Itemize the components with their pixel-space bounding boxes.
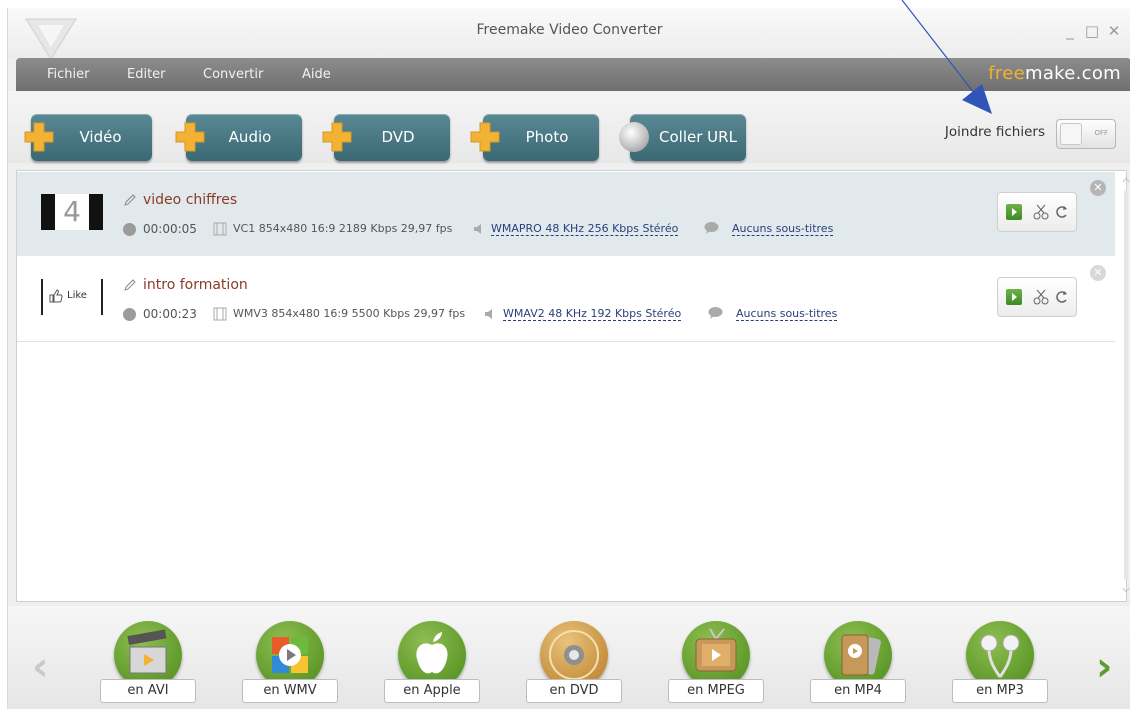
scroll-left-arrow-icon[interactable]: ‹ <box>32 644 48 690</box>
format-wmv-button[interactable]: en WMV <box>242 621 342 707</box>
format-apple-label: en Apple <box>384 679 480 703</box>
format-mpeg-button[interactable]: en MPEG <box>668 621 768 707</box>
menu-bar: Fichier Editer Convertir Aide freemake.c… <box>16 58 1130 91</box>
format-mpeg-label: en MPEG <box>668 679 764 703</box>
maximize-button[interactable]: □ <box>1083 22 1101 40</box>
thumbs-up-icon <box>49 289 63 303</box>
window-title: Freemake Video Converter <box>476 22 663 38</box>
minimize-button[interactable]: _ <box>1061 22 1079 40</box>
add-video-label: Vidéo <box>79 128 122 146</box>
menu-fichier[interactable]: Fichier <box>47 67 90 82</box>
thumb-text: Like <box>67 290 87 301</box>
play-button[interactable] <box>1006 289 1022 305</box>
remove-file-icon[interactable]: ✕ <box>1090 180 1106 196</box>
file-duration: 00:00:05 <box>143 222 197 236</box>
join-files-toggle[interactable]: OFF <box>1056 119 1116 149</box>
play-icon <box>1012 293 1017 301</box>
speaker-icon <box>485 309 492 319</box>
add-dvd-label: DVD <box>381 128 415 146</box>
file-row[interactable]: 4 video chiffres 00:00:05 VC1 854x480 16… <box>17 172 1115 256</box>
format-mp3-label: en MP3 <box>952 679 1048 703</box>
thumb-text: 4 <box>63 195 81 228</box>
menu-editer[interactable]: Editer <box>127 67 166 82</box>
subtitle-bubble-icon <box>704 222 719 234</box>
globe-icon <box>619 122 649 152</box>
file-list: 4 video chiffres 00:00:05 VC1 854x480 16… <box>16 170 1127 602</box>
format-mp3-button[interactable]: en MP3 <box>952 621 1052 707</box>
file-duration: 00:00:23 <box>143 307 197 321</box>
toolbar: Vidéo Audio DVD Photo Coller URL Joindre… <box>8 91 1130 163</box>
plus-icon <box>322 122 352 152</box>
file-name[interactable]: video chiffres <box>143 192 237 208</box>
video-info: WMV3 854x480 16:9 5500 Kbps 29,97 fps <box>233 307 466 320</box>
subtitles-link[interactable]: Aucuns sous-titres <box>736 307 838 321</box>
add-audio-label: Audio <box>228 128 272 146</box>
film-icon <box>213 222 227 236</box>
edit-actions <box>997 192 1077 232</box>
film-icon <box>213 307 227 321</box>
clock-icon <box>123 223 136 236</box>
brand-suffix: make.com <box>1025 63 1121 84</box>
format-apple-button[interactable]: en Apple <box>384 621 484 707</box>
toggle-knob <box>1060 123 1082 145</box>
format-wmv-label: en WMV <box>242 679 338 703</box>
format-dvd-button[interactable]: en DVD <box>526 621 626 707</box>
plus-icon <box>175 122 205 152</box>
format-avi-label: en AVI <box>100 679 196 703</box>
pencil-icon[interactable] <box>123 278 137 292</box>
video-info: VC1 854x480 16:9 2189 Kbps 29,97 fps <box>233 222 453 235</box>
menu-convertir[interactable]: Convertir <box>203 67 263 82</box>
pencil-icon[interactable] <box>123 193 137 207</box>
join-files-label: Joindre fichiers <box>944 124 1045 140</box>
add-photo-label: Photo <box>525 128 569 146</box>
video-thumbnail: Like <box>41 279 103 315</box>
format-avi-button[interactable]: en AVI <box>100 621 200 707</box>
audio-track-link[interactable]: WMAV2 48 KHz 192 Kbps Stéréo <box>503 307 682 321</box>
scroll-right-arrow-icon[interactable]: › <box>1096 644 1112 690</box>
rotate-icon[interactable] <box>1054 288 1070 306</box>
paste-url-label: Coller URL <box>659 128 737 146</box>
plus-icon <box>470 122 500 152</box>
brand-link[interactable]: freemake.com <box>988 63 1121 84</box>
toggle-state: OFF <box>1094 129 1108 137</box>
rotate-icon[interactable] <box>1054 203 1070 221</box>
format-bar: ‹ › en AVI en WMV en Apple en DVD en MPE… <box>8 606 1130 709</box>
clock-icon <box>123 308 136 321</box>
brand-prefix: free <box>988 63 1025 84</box>
file-row[interactable]: Like intro formation 00:00:23 WMV3 854x4… <box>17 257 1115 342</box>
format-mp4-button[interactable]: en MP4 <box>810 621 910 707</box>
app-window: Freemake Video Converter _ □ ✕ Fichier E… <box>7 8 1130 709</box>
scissors-icon[interactable] <box>1032 203 1050 221</box>
menu-aide[interactable]: Aide <box>302 67 331 82</box>
edit-actions <box>997 277 1077 317</box>
title-bar: Freemake Video Converter _ □ ✕ <box>8 8 1130 60</box>
subtitle-bubble-icon <box>708 307 723 319</box>
speaker-icon <box>474 224 481 234</box>
audio-track-link[interactable]: WMAPRO 48 KHz 256 Kbps Stéréo <box>491 222 679 236</box>
format-dvd-label: en DVD <box>526 679 622 703</box>
remove-file-icon[interactable]: ✕ <box>1090 265 1106 281</box>
close-button[interactable]: ✕ <box>1105 22 1123 40</box>
play-button[interactable] <box>1006 204 1022 220</box>
subtitles-link[interactable]: Aucuns sous-titres <box>732 222 834 236</box>
format-mp4-label: en MP4 <box>810 679 906 703</box>
scissors-icon[interactable] <box>1032 288 1050 306</box>
plus-icon <box>24 122 54 152</box>
file-name[interactable]: intro formation <box>143 277 248 293</box>
video-thumbnail: 4 <box>41 194 103 230</box>
list-scrollbar[interactable] <box>1119 170 1130 602</box>
play-icon <box>1012 208 1017 216</box>
